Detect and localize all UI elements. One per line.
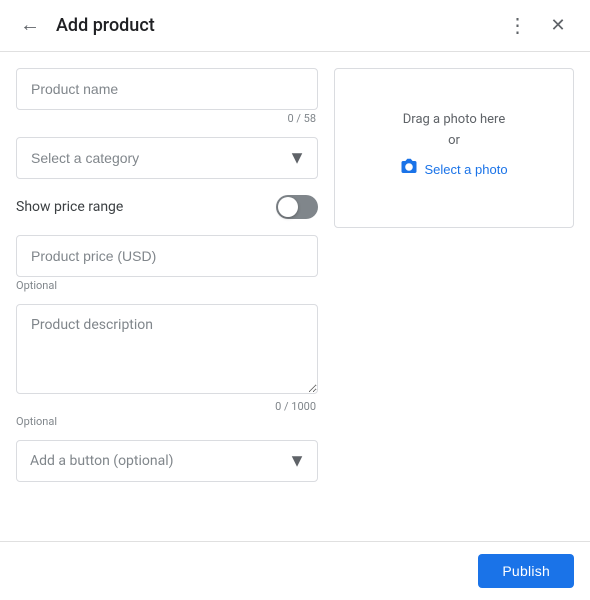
dialog-header: ← Add product ⋮ ✕: [0, 0, 590, 52]
price-range-label: Show price range: [16, 199, 123, 215]
more-options-button[interactable]: ⋮: [502, 10, 534, 42]
product-price-input[interactable]: [16, 235, 318, 277]
price-range-toggle-row: Show price range: [16, 191, 318, 223]
product-name-group: 0 / 58: [16, 68, 318, 125]
toggle-thumb: [278, 197, 298, 217]
product-price-group: Optional: [16, 235, 318, 292]
select-photo-label: Select a photo: [424, 162, 507, 177]
dialog-footer: Publish: [0, 541, 590, 600]
close-icon: ✕: [550, 15, 565, 36]
drag-photo-text: Drag a photo here: [403, 112, 505, 127]
left-panel: 0 / 58 Select a category ▼ Show price ra…: [16, 68, 318, 525]
publish-button[interactable]: Publish: [478, 554, 574, 588]
photo-upload-icon: [400, 158, 418, 181]
category-wrapper: Select a category ▼: [16, 137, 318, 179]
price-range-toggle[interactable]: [276, 195, 318, 219]
product-description-group: 0 / 1000 Optional: [16, 304, 318, 428]
product-price-optional: Optional: [16, 279, 318, 292]
category-select[interactable]: Select a category: [16, 137, 318, 179]
dialog-title: Add product: [56, 15, 155, 36]
header-actions: ⋮ ✕: [502, 10, 574, 42]
dialog-content: 0 / 58 Select a category ▼ Show price ra…: [0, 52, 590, 541]
more-options-icon: ⋮: [508, 13, 529, 38]
select-photo-button[interactable]: Select a photo: [392, 154, 515, 185]
product-name-input[interactable]: [16, 68, 318, 110]
photo-or-text: or: [448, 133, 460, 148]
add-product-dialog: ← Add product ⋮ ✕ 0 / 58: [0, 0, 590, 600]
product-name-char-count: 0 / 58: [16, 112, 318, 125]
right-panel: Drag a photo here or Select a photo: [334, 68, 574, 525]
product-description-char-count: 0 / 1000: [16, 400, 318, 413]
product-description-wrapper: [16, 304, 318, 398]
add-button-select[interactable]: [16, 440, 318, 482]
header-left: ← Add product: [16, 10, 502, 41]
add-button-wrapper: ▼ Add a button (optional): [16, 440, 318, 482]
product-description-optional: Optional: [16, 415, 318, 428]
category-group: Select a category ▼: [16, 137, 318, 179]
back-button[interactable]: ←: [16, 10, 44, 41]
add-button-group: ▼ Add a button (optional): [16, 440, 318, 482]
product-name-wrapper: [16, 68, 318, 110]
product-description-input[interactable]: [16, 304, 318, 394]
photo-upload-area[interactable]: Drag a photo here or Select a photo: [334, 68, 574, 228]
close-button[interactable]: ✕: [542, 10, 574, 42]
